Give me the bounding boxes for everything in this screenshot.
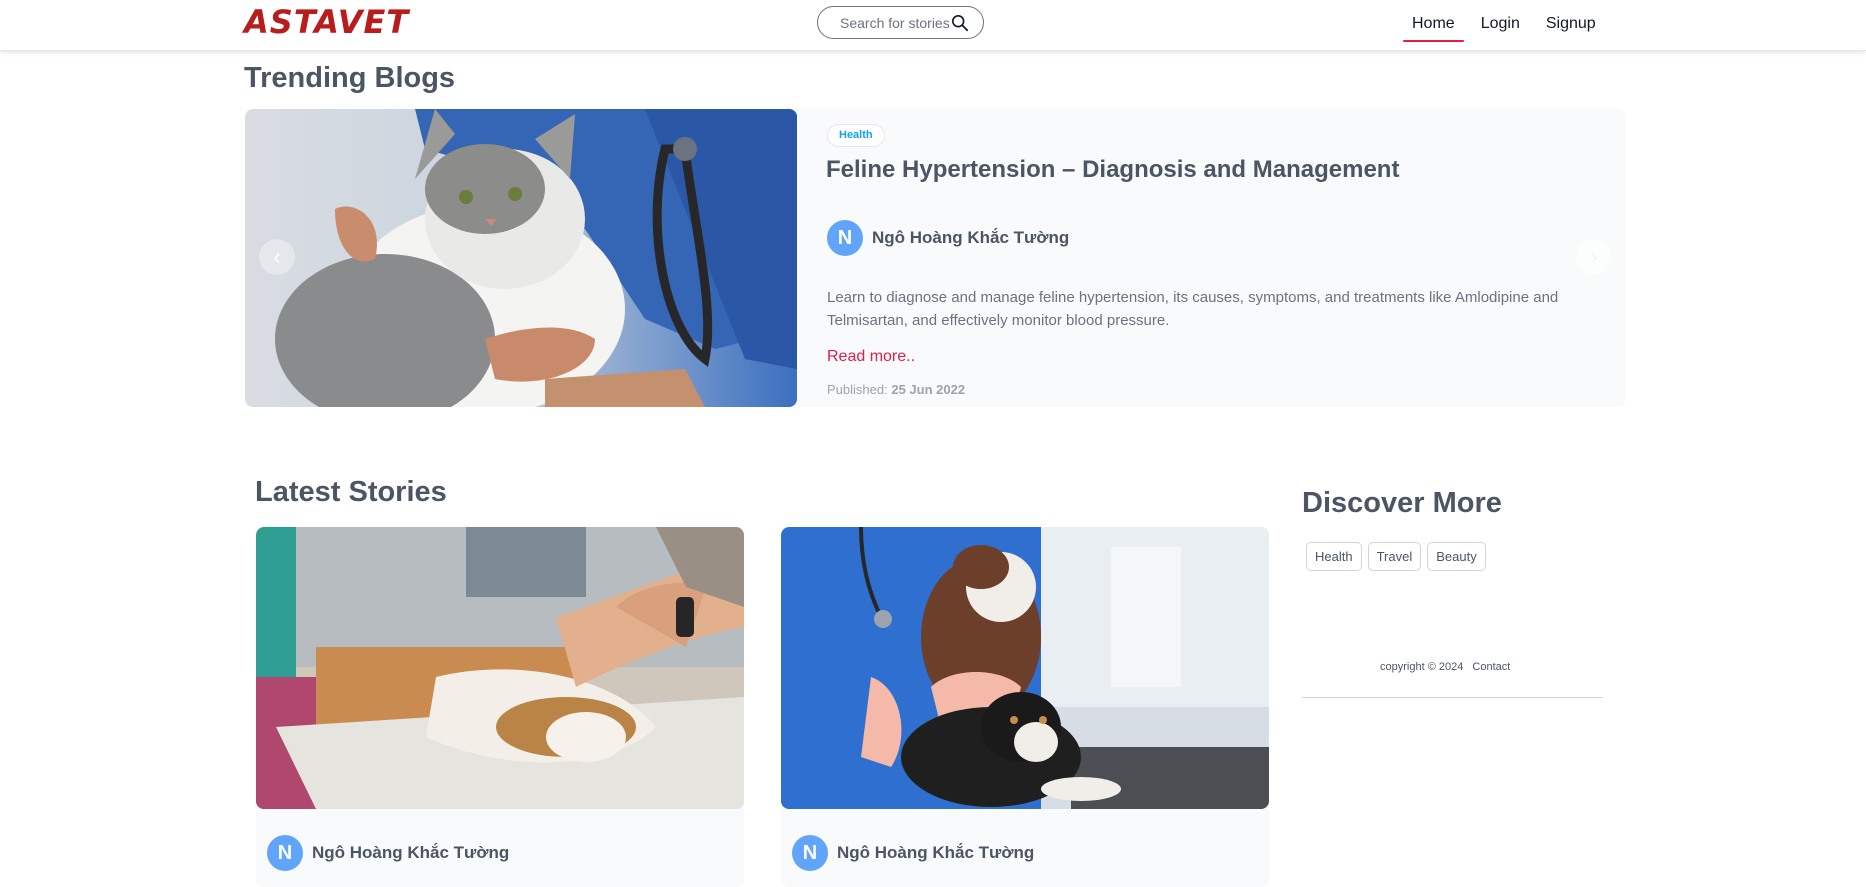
tag-list: Health Travel Beauty <box>1306 542 1486 571</box>
story-image[interactable] <box>256 527 744 809</box>
category-badge[interactable]: Health <box>827 124 885 147</box>
published-date: Published: 25 Jun 2022 <box>827 382 965 397</box>
top-navbar: ASTAVET Home Login Signup <box>0 0 1866 51</box>
cat-exam-photo <box>256 527 744 809</box>
tag-travel[interactable]: Travel <box>1367 542 1422 571</box>
read-more-link[interactable]: Read more.. <box>827 348 915 366</box>
trending-description: Learn to diagnose and manage feline hype… <box>827 289 1559 329</box>
carousel-next-button[interactable]: › <box>1576 239 1612 275</box>
tag-beauty[interactable]: Beauty <box>1427 542 1486 571</box>
story-card[interactable]: N Ngô Hoàng Khắc Tường <box>256 527 744 887</box>
puppies-vet-photo <box>781 527 1269 809</box>
contact-link[interactable]: Contact <box>1472 661 1510 673</box>
published-label: Published: <box>827 382 888 397</box>
nav-signup[interactable]: Signup <box>1537 2 1605 42</box>
site-logo[interactable]: ASTAVET <box>244 3 410 41</box>
search-icon[interactable] <box>951 14 969 32</box>
footer-divider <box>1302 697 1603 698</box>
trending-title[interactable]: Feline Hypertension – Diagnosis and Mana… <box>826 156 1399 184</box>
story-image[interactable] <box>781 527 1269 809</box>
tag-health[interactable]: Health <box>1306 542 1362 571</box>
nav-home[interactable]: Home <box>1403 2 1464 42</box>
avatar: N <box>827 220 863 256</box>
latest-heading: Latest Stories <box>255 476 447 508</box>
story-author[interactable]: N Ngô Hoàng Khắc Tường <box>267 835 509 871</box>
avatar: N <box>267 835 303 871</box>
trending-heading: Trending Blogs <box>244 62 456 94</box>
copyright-text: copyright © 2024 <box>1380 661 1464 673</box>
avatar: N <box>792 835 828 871</box>
search-box[interactable] <box>817 6 984 39</box>
trending-author[interactable]: N Ngô Hoàng Khắc Tường <box>827 220 1069 256</box>
story-card[interactable]: N Ngô Hoàng Khắc Tường <box>781 527 1269 887</box>
author-name: Ngô Hoàng Khắc Tường <box>312 843 510 862</box>
nav-login[interactable]: Login <box>1472 2 1529 42</box>
trending-carousel: ‹ › Health Feline Hypertension – Diagnos… <box>245 109 1626 407</box>
story-author[interactable]: N Ngô Hoàng Khắc Tường <box>792 835 1034 871</box>
search-input[interactable] <box>840 14 950 31</box>
discover-heading: Discover More <box>1302 487 1502 519</box>
chevron-left-icon: ‹ <box>273 244 281 269</box>
author-name: Ngô Hoàng Khắc Tường <box>837 843 1035 862</box>
logo-text: ASTAVET <box>244 3 410 41</box>
author-name: Ngô Hoàng Khắc Tường <box>872 228 1070 247</box>
main-nav: Home Login Signup <box>1403 0 1605 44</box>
published-value: 25 Jun 2022 <box>891 382 966 397</box>
chevron-right-icon: › <box>1590 244 1598 269</box>
footer-copyright: copyright © 2024 Contact <box>1380 661 1510 673</box>
cat-vet-photo <box>245 109 797 407</box>
carousel-prev-button[interactable]: ‹ <box>259 239 295 275</box>
trending-image[interactable]: ‹ <box>245 109 797 407</box>
